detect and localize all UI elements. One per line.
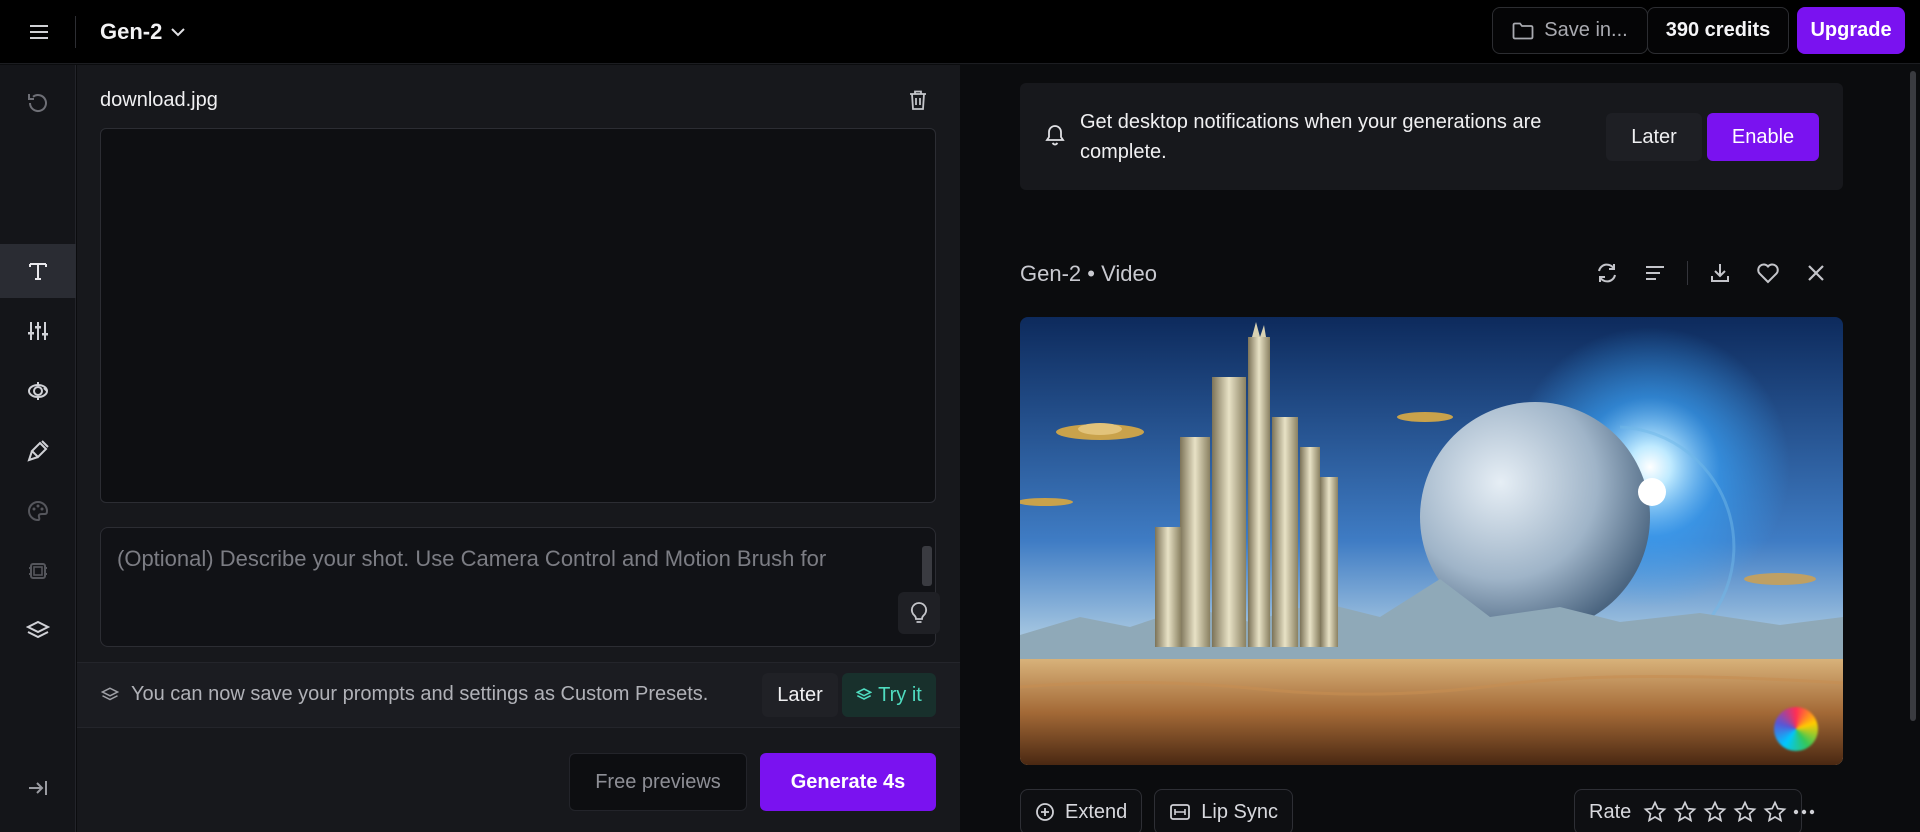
save-in-label: Save in... <box>1544 19 1628 41</box>
notification-later-button[interactable]: Later <box>1606 113 1702 161</box>
prompt-scrollbar[interactable] <box>922 546 932 586</box>
text-icon <box>29 263 47 280</box>
download-icon <box>1711 264 1729 282</box>
favorite-button[interactable] <box>1744 251 1792 295</box>
result-video[interactable] <box>1020 317 1843 765</box>
results-panel: Get desktop notifications when your gene… <box>960 65 1920 832</box>
palette-icon <box>28 500 49 522</box>
tool-rail <box>0 65 76 832</box>
credits-button[interactable]: 390 credits <box>1647 7 1789 54</box>
rail-collapse[interactable] <box>0 761 76 815</box>
presets-notice-text: You can now save your prompts and settin… <box>131 683 709 705</box>
rail-text[interactable] <box>0 244 76 298</box>
result-title: Gen-2 • Video <box>1020 261 1157 286</box>
extend-label: Extend <box>1065 800 1128 823</box>
sliders-icon <box>28 322 48 340</box>
video-frame <box>1020 317 1843 765</box>
star-icon[interactable] <box>1733 800 1757 824</box>
heart-icon <box>1757 263 1779 284</box>
actions-divider <box>1687 261 1688 285</box>
frames-icon <box>29 563 47 579</box>
motion-brush-icon <box>27 440 49 462</box>
history-icon <box>28 94 47 112</box>
results-scrollbar[interactable] <box>1906 65 1920 832</box>
bell-icon <box>1044 123 1066 147</box>
top-bar: Gen-2 Save in... 390 credits Upgrade <box>0 0 1920 64</box>
lip-sync-button[interactable]: Lip Sync <box>1154 789 1293 832</box>
star-icon[interactable] <box>1703 800 1727 824</box>
rail-frames[interactable] <box>0 544 76 598</box>
camera-control-icon <box>28 382 48 400</box>
hamburger-icon <box>30 25 48 39</box>
layers-icon <box>856 688 873 700</box>
presets-try-label: Try it <box>878 683 922 706</box>
app-switcher[interactable]: Gen-2 <box>100 14 186 50</box>
rail-motion-brush[interactable] <box>0 424 76 478</box>
file-name: download.jpg <box>100 89 218 111</box>
rail-camera-control[interactable] <box>0 364 76 418</box>
plus-circle-icon <box>1036 803 1054 821</box>
generate-button[interactable]: Generate 4s <box>760 753 936 811</box>
more-horizontal-icon <box>1793 809 1815 815</box>
presets-icon <box>26 620 50 639</box>
free-previews-button[interactable]: Free previews <box>569 753 747 811</box>
divider <box>75 16 76 48</box>
presets-try-button[interactable]: Try it <box>842 673 936 717</box>
rail-presets[interactable] <box>0 604 76 658</box>
more-options-button[interactable] <box>1780 789 1828 832</box>
rail-history[interactable] <box>0 76 76 130</box>
prompt-box <box>100 527 940 647</box>
lightbulb-icon <box>910 602 928 623</box>
image-dropzone[interactable] <box>100 128 936 503</box>
details-button[interactable] <box>1631 251 1679 295</box>
folder-icon <box>1512 22 1534 39</box>
rail-palette[interactable] <box>0 484 76 538</box>
prompt-ideas-button[interactable] <box>898 592 940 634</box>
editor-panel: download.jpg You can now save your promp… <box>77 65 960 832</box>
menu-button[interactable] <box>20 16 58 48</box>
presets-notice: You can now save your prompts and settin… <box>77 662 960 728</box>
notification-text: Get desktop notifications when your gene… <box>1080 111 1542 163</box>
presets-later-button[interactable]: Later <box>762 673 838 717</box>
star-icon[interactable] <box>1643 800 1667 824</box>
notification-banner: Get desktop notifications when your gene… <box>1020 83 1843 190</box>
collapse-icon <box>29 781 47 795</box>
rate-label: Rate <box>1589 800 1632 823</box>
notification-enable-button[interactable]: Enable <box>1707 113 1819 161</box>
result-actions <box>1583 251 1840 295</box>
details-icon <box>1646 266 1664 280</box>
save-in-button[interactable]: Save in... <box>1492 7 1648 54</box>
app-name: Gen-2 <box>100 19 163 44</box>
refresh-icon <box>1598 263 1616 283</box>
assistant-orb[interactable] <box>1774 707 1818 751</box>
star-icon[interactable] <box>1673 800 1697 824</box>
close-result-button[interactable] <box>1792 251 1840 295</box>
prompt-input[interactable] <box>117 546 897 586</box>
regenerate-button[interactable] <box>1583 251 1631 295</box>
lip-sync-icon <box>1170 804 1191 820</box>
download-button[interactable] <box>1696 251 1744 295</box>
rail-settings[interactable] <box>0 304 76 358</box>
extend-button[interactable]: Extend <box>1020 789 1143 832</box>
delete-image-button[interactable] <box>903 85 933 115</box>
close-icon <box>1808 265 1824 281</box>
scroll-thumb[interactable] <box>1910 71 1916 721</box>
rate-control: Rate <box>1574 789 1803 832</box>
lip-sync-label: Lip Sync <box>1201 800 1278 823</box>
upgrade-button[interactable]: Upgrade <box>1797 7 1905 54</box>
video-actions: Extend Lip Sync <box>1020 789 1293 832</box>
layers-icon <box>101 686 119 704</box>
trash-icon <box>910 90 926 110</box>
chevron-down-icon <box>171 28 186 37</box>
